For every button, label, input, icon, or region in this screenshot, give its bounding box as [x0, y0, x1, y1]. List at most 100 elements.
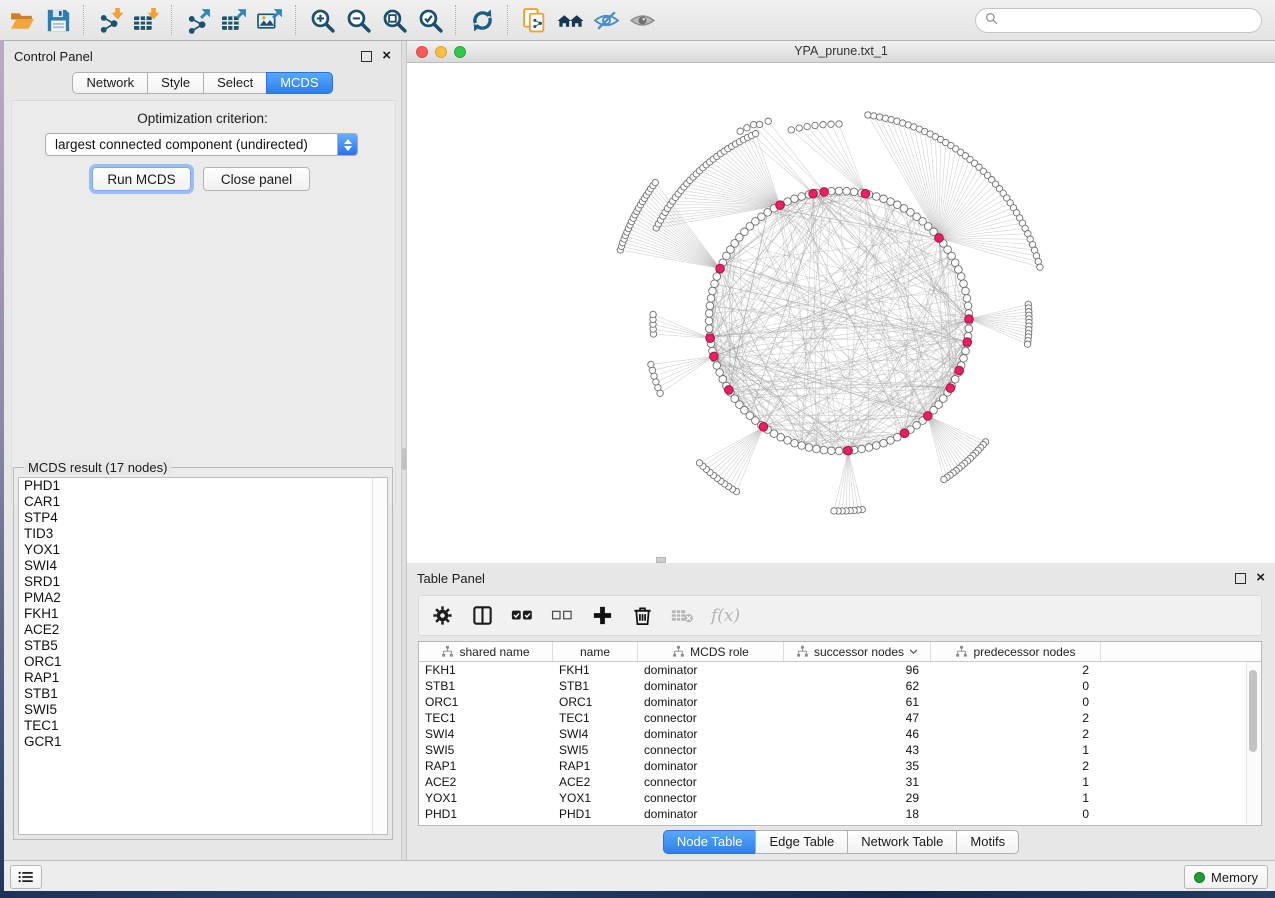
table-cell[interactable]: 35 — [784, 758, 931, 774]
table-row[interactable]: TEC1TEC1connector472 — [419, 710, 1261, 726]
table-row[interactable]: SWI5SWI5connector431 — [419, 742, 1261, 758]
table-cell[interactable]: YOX1 — [553, 790, 638, 806]
mcds-result-item[interactable]: YOX1 — [19, 542, 387, 558]
table-cell[interactable]: dominator — [638, 806, 784, 822]
tab-style[interactable]: Style — [147, 72, 204, 94]
table-cell[interactable]: STB1 — [419, 678, 553, 694]
table-cell[interactable]: 2 — [931, 758, 1101, 774]
optimization-criterion-select[interactable]: largest connected component (undirected) — [45, 133, 358, 156]
search-input[interactable] — [1003, 10, 1261, 32]
mcds-result-item[interactable]: ACE2 — [19, 622, 387, 638]
float-table-panel-icon[interactable] — [1235, 573, 1246, 584]
mcds-result-item[interactable]: SWI5 — [19, 702, 387, 718]
table-row[interactable]: PHD1PHD1dominator180 — [419, 806, 1261, 822]
table-row[interactable]: RAP1RAP1dominator352 — [419, 758, 1261, 774]
mcds-result-item[interactable]: STP4 — [19, 510, 387, 526]
table-tab-edge-table[interactable]: Edge Table — [755, 830, 848, 854]
table-cell[interactable]: dominator — [638, 678, 784, 694]
table-cell[interactable]: dominator — [638, 758, 784, 774]
column-header-successor-nodes[interactable]: successor nodes — [784, 642, 931, 661]
refresh-button[interactable] — [464, 4, 500, 36]
table-cell[interactable]: 31 — [784, 774, 931, 790]
mcds-result-item[interactable]: STB5 — [19, 638, 387, 654]
table-cell[interactable]: 0 — [931, 678, 1101, 694]
table-scrollbar[interactable] — [1246, 662, 1260, 824]
columns-button[interactable] — [471, 604, 494, 627]
mcds-result-item[interactable]: CAR1 — [19, 494, 387, 510]
table-cell[interactable]: 43 — [784, 742, 931, 758]
table-cell[interactable]: PHD1 — [419, 806, 553, 822]
table-cell[interactable]: ACE2 — [553, 774, 638, 790]
settings-button[interactable] — [431, 604, 454, 627]
table-cell[interactable]: RAP1 — [419, 758, 553, 774]
network-graph[interactable] — [407, 63, 1275, 563]
delete-button[interactable] — [631, 604, 654, 627]
table-cell[interactable]: ACE2 — [419, 774, 553, 790]
deselect-all-button[interactable] — [551, 604, 574, 627]
close-panel-button[interactable]: Close panel — [203, 167, 310, 191]
zoom-fit-button[interactable] — [376, 4, 412, 36]
mcds-result-item[interactable]: FKH1 — [19, 606, 387, 622]
tab-network[interactable]: Network — [72, 72, 148, 94]
table-cell[interactable]: FKH1 — [553, 662, 638, 678]
table-cell[interactable]: 2 — [931, 662, 1101, 678]
dual-home-button[interactable] — [552, 4, 588, 36]
search-box[interactable] — [975, 8, 1262, 33]
table-cell[interactable]: connector — [638, 790, 784, 806]
scrollbar-thumb[interactable] — [1249, 670, 1257, 752]
export-network-button[interactable] — [180, 4, 216, 36]
column-header-MCDS-role[interactable]: MCDS role — [638, 642, 784, 661]
table-cell[interactable]: 18 — [784, 806, 931, 822]
table-cell[interactable]: SWI4 — [419, 726, 553, 742]
table-cell[interactable]: 0 — [931, 694, 1101, 710]
mcds-result-item[interactable]: SRD1 — [19, 574, 387, 590]
mcds-result-item[interactable]: PHD1 — [19, 478, 387, 494]
table-cell[interactable]: connector — [638, 710, 784, 726]
network-canvas[interactable] — [407, 63, 1275, 563]
table-cell[interactable]: 1 — [931, 774, 1101, 790]
export-image-button[interactable] — [252, 4, 288, 36]
table-cell[interactable]: TEC1 — [553, 710, 638, 726]
column-header-name[interactable]: name — [553, 642, 638, 661]
table-cell[interactable]: YOX1 — [419, 790, 553, 806]
float-panel-icon[interactable] — [361, 51, 372, 62]
table-cell[interactable]: 61 — [784, 694, 931, 710]
table-row[interactable]: STB1STB1dominator620 — [419, 678, 1261, 694]
table-tab-network-table[interactable]: Network Table — [847, 830, 957, 854]
table-cell[interactable]: connector — [638, 742, 784, 758]
table-cell[interactable]: 1 — [931, 742, 1101, 758]
table-row[interactable]: SWI4SWI4dominator462 — [419, 726, 1261, 742]
table-cell[interactable]: SWI5 — [553, 742, 638, 758]
table-row[interactable]: FKH1FKH1dominator962 — [419, 662, 1261, 678]
table-cell[interactable]: SWI4 — [553, 726, 638, 742]
copy-network-button[interactable] — [516, 4, 552, 36]
tab-mcds[interactable]: MCDS — [266, 72, 332, 94]
mcds-result-item[interactable]: TID3 — [19, 526, 387, 542]
tab-select[interactable]: Select — [203, 72, 267, 94]
table-cell[interactable]: 2 — [931, 710, 1101, 726]
mcds-result-item[interactable]: GCR1 — [19, 734, 387, 750]
export-table-button[interactable] — [216, 4, 252, 36]
table-tab-motifs[interactable]: Motifs — [956, 830, 1019, 854]
run-mcds-button[interactable]: Run MCDS — [92, 167, 191, 191]
table-cell[interactable]: TEC1 — [419, 710, 553, 726]
zoom-out-button[interactable] — [340, 4, 376, 36]
mcds-result-item[interactable]: TEC1 — [19, 718, 387, 734]
close-panel-icon[interactable]: × — [382, 50, 391, 62]
mcds-result-item[interactable]: ORC1 — [19, 654, 387, 670]
mcds-result-item[interactable]: PMA2 — [19, 590, 387, 606]
task-history-button[interactable] — [10, 865, 42, 889]
import-network-file-button[interactable] — [92, 4, 128, 36]
hide-selected-button[interactable] — [588, 4, 624, 36]
column-header-predecessor-nodes[interactable]: predecessor nodes — [931, 642, 1101, 661]
table-cell[interactable]: 46 — [784, 726, 931, 742]
table-cell[interactable]: ORC1 — [419, 694, 553, 710]
table-cell[interactable]: 0 — [931, 806, 1101, 822]
table-cell[interactable]: ORC1 — [553, 694, 638, 710]
open-file-button[interactable] — [4, 4, 40, 36]
table-cell[interactable]: dominator — [638, 662, 784, 678]
mcds-result-item[interactable]: RAP1 — [19, 670, 387, 686]
table-cell[interactable]: 2 — [931, 726, 1101, 742]
table-row[interactable]: YOX1YOX1connector291 — [419, 790, 1261, 806]
table-cell[interactable]: dominator — [638, 694, 784, 710]
